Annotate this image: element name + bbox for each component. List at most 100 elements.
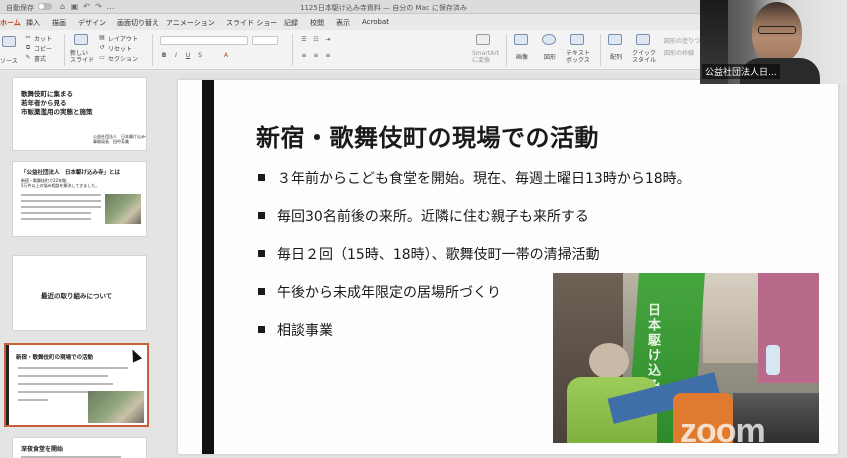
slide-canvas[interactable]: 新宿・歌舞伎町の現場での活動 ３年前からこども食堂を開始。現在、毎週土曜日13時… [178, 80, 838, 454]
underline-icon[interactable]: U [184, 52, 192, 59]
photo-bottle [766, 345, 780, 375]
bullet-item-3[interactable]: 毎日２回（15時、18時）、歌舞伎町一帯の清掃活動 [258, 244, 600, 264]
copy-button[interactable]: コピー [34, 44, 52, 53]
thumbnail-line [21, 194, 101, 196]
thumbnail-footer: 公益社団法人 日本駆け込み寺 事務局長 田中芳美 [93, 134, 147, 144]
home-icon[interactable]: ⌂ [58, 2, 67, 11]
thumbnail-line [18, 367, 128, 369]
thumbnail-subtitle: 新宿・歌舞伎町で22年間、 5万件以上の悩み相談を解決してきました。 [21, 178, 100, 188]
tab-animations[interactable]: アニメーション [166, 18, 215, 28]
shape-button[interactable]: 図形 [544, 52, 556, 61]
tab-view[interactable]: 表示 [336, 18, 350, 28]
layout-icon[interactable]: ▤ [98, 34, 106, 41]
section-icon[interactable]: ▭ [98, 54, 106, 61]
shape-icon[interactable] [542, 34, 556, 45]
participant-video-tile[interactable]: 公益社団法人日... [700, 0, 847, 84]
slide-thumbnail-3[interactable]: 最近の取り組みについて [12, 255, 147, 331]
quick-style-button[interactable]: クイック スタイル [632, 50, 656, 64]
bullet-item-5[interactable]: 相談事業 [258, 320, 333, 340]
reset-icon[interactable]: ↺ [98, 44, 106, 51]
tab-acrobat[interactable]: Acrobat [362, 18, 389, 26]
redo-icon[interactable]: ↷ [94, 2, 103, 11]
font-name-select[interactable] [160, 36, 248, 45]
copy-icon[interactable]: ⧉ [24, 44, 32, 51]
arrange-button[interactable]: 配列 [610, 52, 622, 61]
strikethrough-icon[interactable]: S [196, 52, 204, 59]
smartart-icon[interactable] [476, 34, 490, 45]
ribbon-toolbar: ソース ✂ カット ⧉ コピー ✎ 書式 新しい スライド ▤ レイアウト ↺ … [0, 30, 700, 70]
tab-insert[interactable]: 挿入 [26, 18, 40, 28]
align-center-icon[interactable]: ≡ [312, 52, 320, 59]
cut-button[interactable]: カット [34, 34, 52, 43]
thumbnail-title: 新宿・歌舞伎町の現場での活動 [16, 355, 94, 361]
thumbnail-title: 「公益社団法人 日本駆け込み寺」とは [21, 170, 121, 176]
align-left-icon[interactable]: ≡ [300, 52, 308, 59]
bullet-item-4[interactable]: 午後から未成年限定の居場所づくり [258, 282, 501, 302]
smartart-button[interactable]: SmartArt に変換 [472, 50, 499, 64]
tab-transitions[interactable]: 画面切り替え [117, 18, 159, 28]
document-title: 1125日本駆け込み寺資料 — 自分の Mac に保存済み [300, 4, 467, 12]
thumbnail-line [21, 212, 91, 214]
font-size-select[interactable] [252, 36, 278, 45]
reset-button[interactable]: リセット [108, 44, 132, 53]
ribbon-tabs: ホーム 挿入 描画 デザイン 画面切り替え アニメーション スライド ショー 記… [0, 14, 700, 30]
numbering-icon[interactable]: ☷ [312, 36, 320, 43]
thumbnail-photo [88, 391, 144, 423]
slide-thumbnail-1[interactable]: 歌舞伎町に集まる 若年者から見る 市販薬濫用の実態と施策 公益社団法人 日本駆け… [12, 77, 147, 151]
slide-thumbnail-5[interactable]: 深夜食堂を開始 [12, 437, 147, 458]
thumbnail-line [18, 383, 113, 385]
slide-title[interactable]: 新宿・歌舞伎町の現場での活動 [256, 118, 599, 153]
quick-style-icon[interactable] [636, 34, 650, 45]
bullet-item-2[interactable]: 毎回30名前後の来所。近隣に住む親子も来所する [258, 206, 589, 226]
photo-person-head [589, 343, 629, 379]
format-painter-icon[interactable]: ✎ [24, 54, 32, 61]
paste-icon[interactable] [2, 36, 16, 47]
cut-icon[interactable]: ✂ [24, 34, 32, 41]
separator [152, 34, 153, 66]
tab-home[interactable]: ホーム [0, 18, 21, 28]
layout-button[interactable]: レイアウト [108, 34, 138, 43]
separator [506, 34, 507, 66]
slide-thumbnail-4-selected[interactable]: 新宿・歌舞伎町の現場での活動 [4, 343, 149, 427]
shape-fill-button[interactable]: 図形の塗りつ [664, 36, 700, 45]
thumbnail-accent-bar [6, 345, 9, 425]
textbox-icon[interactable] [570, 34, 584, 45]
tab-draw[interactable]: 描画 [52, 18, 66, 28]
align-right-icon[interactable]: ≡ [324, 52, 332, 59]
image-icon[interactable] [514, 34, 528, 45]
powerpoint-window: 自動保存 ⌂ ▣ ↶ ↷ … 1125日本駆け込み寺資料 — 自分の Mac に… [0, 0, 847, 458]
arrange-icon[interactable] [608, 34, 622, 45]
section-button[interactable]: セクション [108, 54, 138, 63]
source-label: ソース [0, 58, 18, 65]
undo-icon[interactable]: ↶ [82, 2, 91, 11]
new-slide-icon[interactable] [74, 34, 88, 45]
tab-design[interactable]: デザイン [78, 18, 106, 28]
bullet-item-1[interactable]: ３年前からこども食堂を開始。現在、毎週土曜日13時から18時。 [258, 168, 691, 188]
indent-icon[interactable]: ⇥ [324, 36, 332, 43]
textbox-button[interactable]: テキスト ボックス [566, 50, 590, 64]
font-color-icon[interactable]: A [222, 52, 230, 59]
bullets-icon[interactable]: ☰ [300, 36, 308, 43]
new-slide-button[interactable]: 新しい スライド [70, 50, 94, 64]
shape-outline-button[interactable]: 図形の枠線 [664, 48, 694, 57]
more-icon[interactable]: … [106, 2, 115, 11]
thumbnail-title: 深夜食堂を開始 [21, 446, 64, 453]
tab-slideshow[interactable]: スライド ショー [226, 18, 277, 28]
bold-icon[interactable]: B [160, 52, 168, 59]
zoom-watermark: zoom [680, 412, 766, 450]
format-painter-button[interactable]: 書式 [34, 54, 46, 63]
thumbnail-line [18, 391, 88, 393]
save-icon[interactable]: ▣ [70, 2, 79, 11]
italic-icon[interactable]: I [172, 52, 180, 59]
thumbnail-line [21, 200, 101, 202]
tab-record[interactable]: 記録 [284, 18, 298, 28]
image-button[interactable]: 画像 [516, 52, 528, 61]
tab-review[interactable]: 校閲 [310, 18, 324, 28]
thumbnail-line [18, 399, 48, 401]
separator [64, 34, 65, 66]
thumbnail-title: 最近の取り組みについて [41, 292, 113, 300]
slide-thumbnail-2[interactable]: 「公益社団法人 日本駆け込み寺」とは 新宿・歌舞伎町で22年間、 5万件以上の悩… [12, 161, 147, 237]
slide-thumbnails-panel: 歌舞伎町に集まる 若年者から見る 市販薬濫用の実態と施策 公益社団法人 日本駆け… [0, 71, 160, 458]
autosave-toggle[interactable] [38, 3, 52, 10]
slide-accent-bar [202, 80, 214, 454]
